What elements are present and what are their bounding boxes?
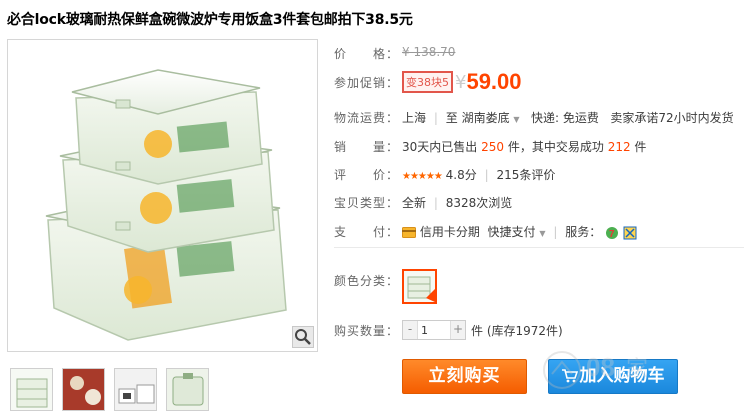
quick-pay-option[interactable]: 快捷支付 <box>487 225 535 239</box>
lid-thumb-icon <box>167 369 208 410</box>
item-condition: 全新 <box>402 196 427 210</box>
review-count[interactable]: 215条评价 <box>496 168 555 182</box>
thumbnail-1[interactable] <box>10 368 53 411</box>
chevron-down-icon[interactable]: ▼ <box>539 229 545 238</box>
ship-destination[interactable]: 湖南娄底 <box>462 111 510 125</box>
chevron-down-icon[interactable]: ▼ <box>513 115 519 124</box>
view-count: 8328次浏览 <box>445 196 513 210</box>
svg-text:家: 家 <box>626 357 648 382</box>
quantity-stepper: - + <box>402 320 466 340</box>
divider <box>334 247 744 248</box>
color-option-1[interactable] <box>402 269 437 304</box>
star-rating-icon: ★★★★★ <box>402 171 443 182</box>
svg-text:08: 08 <box>586 352 615 382</box>
thumbnail-2[interactable] <box>62 368 105 411</box>
thumbnail-4[interactable] <box>166 368 209 411</box>
container-thumb-icon <box>16 378 48 408</box>
main-product-image[interactable] <box>7 39 318 352</box>
currency-symbol: ¥ <box>455 71 467 93</box>
food-thumb-icon <box>63 369 104 410</box>
installment-option[interactable]: 信用卡分期 <box>420 225 480 239</box>
promo-tag[interactable]: 变38块5 <box>402 71 453 93</box>
bowls-thumb-icon <box>115 369 156 410</box>
success-count: 212 <box>607 140 631 154</box>
seven-day-return-icon[interactable]: 7 <box>605 226 619 240</box>
decrease-button[interactable]: - <box>403 321 417 339</box>
sold-count: 250 <box>481 140 505 154</box>
svg-text:7: 7 <box>609 229 615 240</box>
watermark-logo: 08 家 <box>543 351 648 389</box>
express-fee: 快递: 免运费 <box>531 111 599 125</box>
thumbnail-strip <box>10 368 209 411</box>
increase-button[interactable]: + <box>451 321 465 339</box>
thumbnail-3[interactable] <box>114 368 157 411</box>
original-price: ¥ 138.70 <box>402 45 456 59</box>
credit-card-icon <box>402 227 416 238</box>
magnifier-icon <box>295 329 311 345</box>
zoom-button[interactable] <box>292 326 314 348</box>
product-title: 必合lock玻璃耐热保鲜盒碗微波炉专用饭盒3件套包邮拍下38.5元 <box>7 12 413 28</box>
ship-promise: 卖家承诺72小时内发货 <box>610 111 734 125</box>
container-swatch-icon <box>407 276 435 302</box>
guarantee-icon[interactable] <box>623 226 637 240</box>
promo-price: 59.00 <box>466 69 522 94</box>
ship-from: 上海 <box>402 111 427 125</box>
quantity-input[interactable] <box>417 321 451 339</box>
food-container-illustration <box>45 69 287 341</box>
stock-text: 件 (库存1972件) <box>471 324 563 338</box>
rating-score: 4.8分 <box>445 168 477 182</box>
buy-now-button[interactable]: 立刻购买 <box>402 359 527 394</box>
